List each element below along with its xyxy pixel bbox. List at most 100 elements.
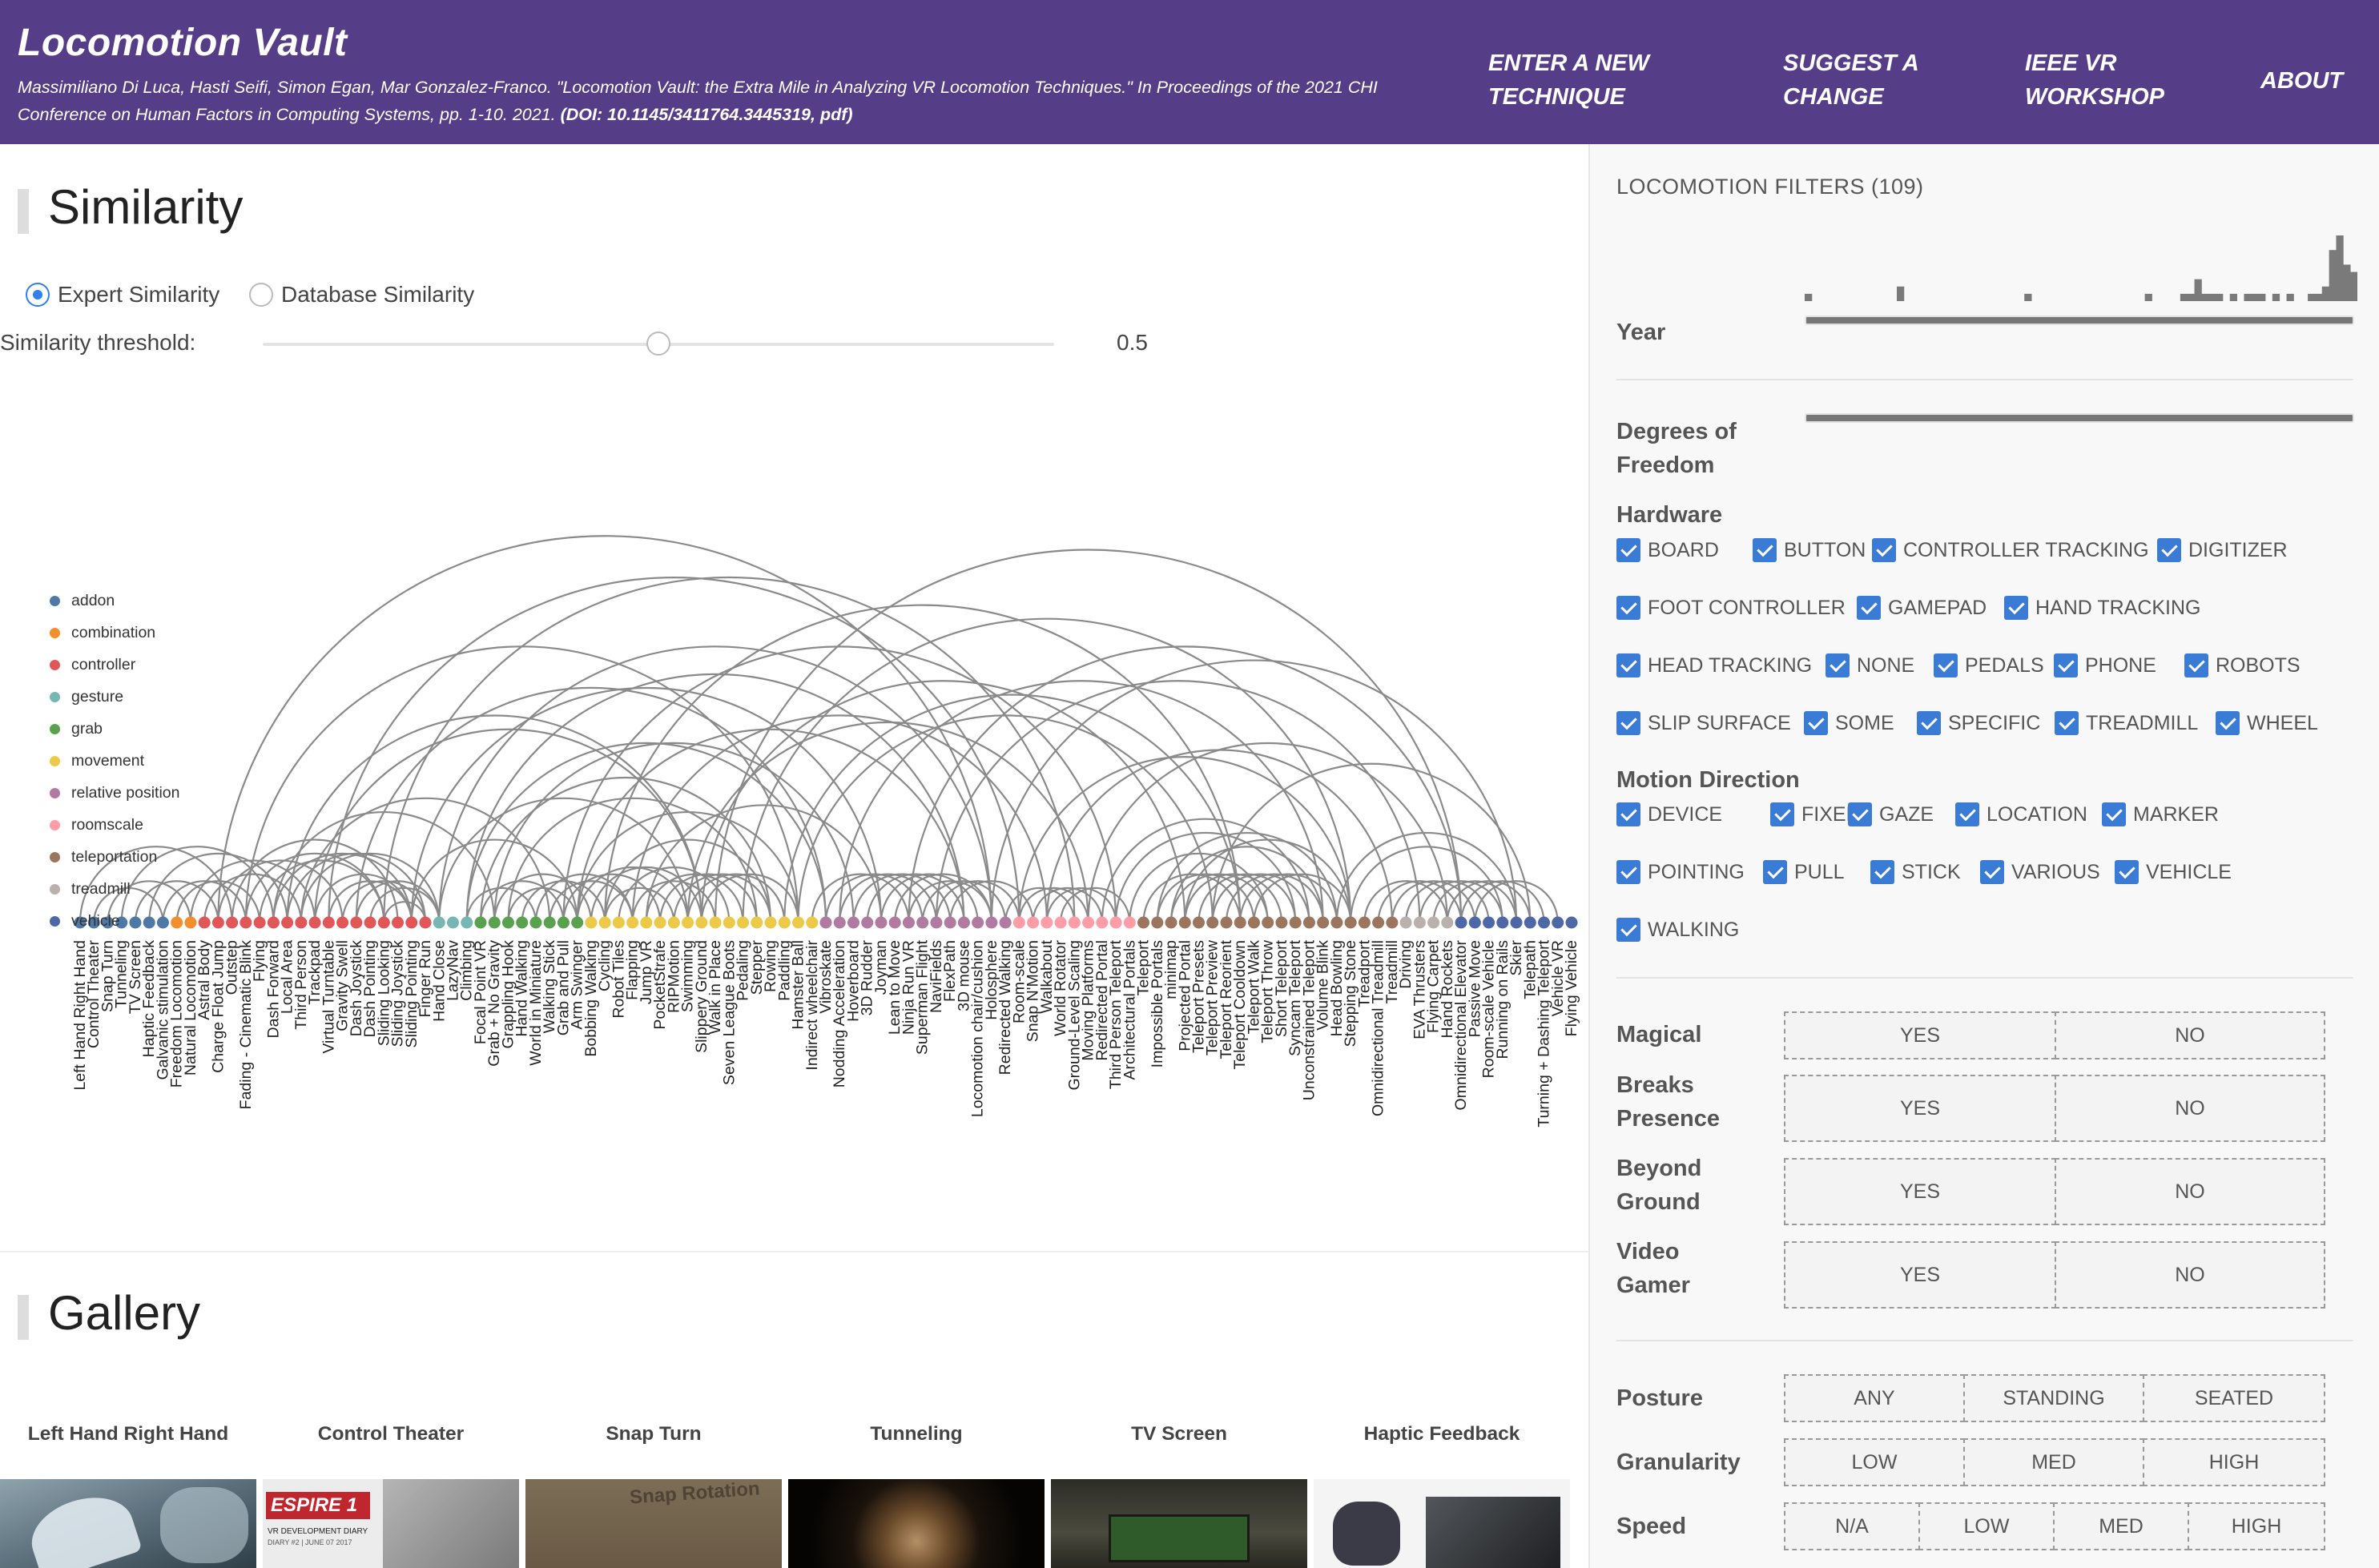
technique-node[interactable]: [198, 916, 211, 929]
checkbox-checked-icon[interactable]: [1616, 711, 1640, 735]
technique-node[interactable]: [667, 916, 680, 929]
technique-node[interactable]: [654, 916, 666, 929]
technique-node[interactable]: [695, 916, 708, 929]
technique-node[interactable]: [1468, 916, 1481, 929]
speed-med-button[interactable]: MED: [2053, 1502, 2189, 1550]
threshold-slider-handle[interactable]: [646, 332, 670, 356]
technique-node[interactable]: [543, 916, 556, 929]
technique-node[interactable]: [585, 916, 598, 929]
motion-checkbox-gaze[interactable]: GAZE: [1848, 801, 1934, 828]
hardware-checkbox-button[interactable]: BUTTON: [1753, 537, 1866, 564]
technique-node[interactable]: [1510, 916, 1523, 929]
checkbox-checked-icon[interactable]: [1753, 538, 1777, 562]
radio-expert-similarity[interactable]: Expert Similarity: [26, 280, 219, 309]
breaks-presence-no-button[interactable]: NO: [2055, 1075, 2325, 1142]
technique-node[interactable]: [1275, 916, 1288, 929]
checkbox-checked-icon[interactable]: [2102, 802, 2126, 826]
hardware-checkbox-none[interactable]: NONE: [1826, 652, 1914, 679]
hardware-checkbox-pedals[interactable]: PEDALS: [1934, 652, 2044, 679]
nav-ieee-workshop[interactable]: IEEE VR WORKSHOP: [2025, 46, 2164, 114]
motion-checkbox-pointing[interactable]: POINTING: [1616, 858, 1745, 886]
technique-node[interactable]: [433, 916, 445, 929]
technique-node[interactable]: [999, 916, 1012, 929]
technique-node[interactable]: [211, 916, 224, 929]
posture-seated-button[interactable]: SEATED: [2143, 1374, 2325, 1422]
gallery-thumbnail[interactable]: [0, 1479, 256, 1568]
technique-node[interactable]: [1441, 916, 1454, 929]
technique-node[interactable]: [557, 916, 570, 929]
technique-node[interactable]: [1344, 916, 1357, 929]
technique-node[interactable]: [1123, 916, 1136, 929]
checkbox-checked-icon[interactable]: [1826, 653, 1850, 677]
beyond-ground-yes-button[interactable]: YES: [1784, 1158, 2056, 1225]
technique-node[interactable]: [1330, 916, 1343, 929]
technique-node[interactable]: [516, 916, 529, 929]
technique-node[interactable]: [1096, 916, 1109, 929]
beyond-ground-no-button[interactable]: NO: [2055, 1158, 2325, 1225]
technique-node[interactable]: [1413, 916, 1426, 929]
technique-node[interactable]: [156, 916, 169, 929]
technique-node[interactable]: [792, 916, 805, 929]
technique-node[interactable]: [1082, 916, 1095, 929]
technique-node[interactable]: [1538, 916, 1551, 929]
technique-node[interactable]: [847, 916, 859, 929]
speed-high-button[interactable]: HIGH: [2188, 1502, 2325, 1550]
technique-node[interactable]: [1137, 916, 1150, 929]
technique-node[interactable]: [377, 916, 390, 929]
technique-node[interactable]: [1399, 916, 1412, 929]
gallery-card-title[interactable]: Left Hand Right Hand: [0, 1389, 256, 1479]
technique-node[interactable]: [1178, 916, 1191, 929]
technique-node[interactable]: [1151, 916, 1164, 929]
gallery-thumbnail[interactable]: Snap Rotation: [525, 1479, 782, 1568]
granularity-low-button[interactable]: LOW: [1784, 1438, 1965, 1486]
hardware-checkbox-phone[interactable]: PHONE: [2054, 652, 2156, 679]
hardware-checkbox-head-tracking[interactable]: HEAD TRACKING: [1616, 652, 1812, 679]
technique-node[interactable]: [129, 916, 142, 929]
checkbox-checked-icon[interactable]: [2115, 860, 2139, 884]
motion-checkbox-device[interactable]: DEVICE: [1616, 801, 1722, 828]
nav-about[interactable]: ABOUT: [2260, 64, 2343, 98]
technique-node[interactable]: [1220, 916, 1233, 929]
technique-node[interactable]: [833, 916, 846, 929]
technique-node[interactable]: [778, 916, 791, 929]
hardware-checkbox-digitizer[interactable]: DIGITIZER: [2157, 537, 2288, 564]
technique-node[interactable]: [875, 916, 888, 929]
dof-range-slider[interactable]: [1805, 413, 2354, 423]
technique-node[interactable]: [957, 916, 970, 929]
technique-node[interactable]: [1302, 916, 1315, 929]
technique-node[interactable]: [1455, 916, 1467, 929]
checkbox-checked-icon[interactable]: [1848, 802, 1872, 826]
gallery-card[interactable]: Tunneling: [788, 1389, 1045, 1568]
radio-database-dot[interactable]: [249, 283, 273, 307]
technique-node[interactable]: [571, 916, 584, 929]
gallery-card-title[interactable]: Snap Turn: [525, 1389, 782, 1479]
technique-node[interactable]: [1234, 916, 1246, 929]
technique-node[interactable]: [392, 916, 405, 929]
nav-suggest-change[interactable]: SUGGEST A CHANGE: [1783, 46, 1919, 114]
technique-node[interactable]: [916, 916, 929, 929]
motion-checkbox-walking[interactable]: WALKING: [1616, 916, 1739, 943]
technique-node[interactable]: [1496, 916, 1509, 929]
technique-node[interactable]: [253, 916, 266, 929]
speed-low-button[interactable]: LOW: [1918, 1502, 2055, 1550]
technique-node[interactable]: [640, 916, 653, 929]
technique-node[interactable]: [184, 916, 197, 929]
technique-node[interactable]: [1165, 916, 1177, 929]
technique-node[interactable]: [972, 916, 984, 929]
motion-checkbox-vehicle[interactable]: VEHICLE: [2115, 858, 2232, 886]
video-gamer-no-button[interactable]: NO: [2055, 1241, 2325, 1309]
checkbox-checked-icon[interactable]: [2184, 653, 2208, 677]
technique-node[interactable]: [488, 916, 501, 929]
radio-expert-dot[interactable]: [26, 283, 50, 307]
magical-yes-button[interactable]: YES: [1784, 1011, 2056, 1059]
technique-node[interactable]: [226, 916, 239, 929]
gallery-thumbnail[interactable]: [1314, 1479, 1570, 1568]
magical-no-button[interactable]: NO: [2055, 1011, 2325, 1059]
technique-node[interactable]: [1012, 916, 1025, 929]
checkbox-checked-icon[interactable]: [1804, 711, 1828, 735]
posture-standing-button[interactable]: STANDING: [1963, 1374, 2144, 1422]
technique-node[interactable]: [944, 916, 956, 929]
gallery-card-title[interactable]: Tunneling: [788, 1389, 1045, 1479]
checkbox-checked-icon[interactable]: [1616, 596, 1640, 620]
technique-node[interactable]: [1262, 916, 1274, 929]
